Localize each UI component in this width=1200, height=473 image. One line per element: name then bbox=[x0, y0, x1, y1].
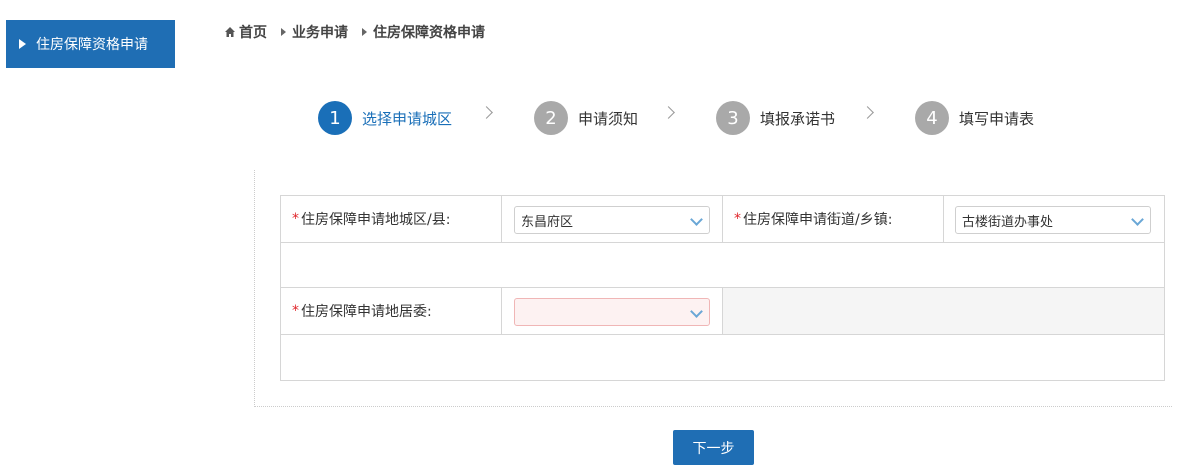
breadcrumb: 首页 业务申请 住房保障资格申请 bbox=[224, 22, 485, 42]
divider bbox=[501, 196, 502, 242]
form-row-district: * 住房保障申请地城区/县: 东昌府区 * 住房保障申请街道/乡镇: 古楼街道办… bbox=[281, 196, 1164, 243]
chevron-down-icon bbox=[690, 213, 703, 226]
divider bbox=[722, 288, 723, 334]
form-row-spacer bbox=[281, 335, 1164, 380]
breadcrumb-business-application[interactable]: 业务申请 bbox=[292, 22, 348, 42]
street-label: * 住房保障申请街道/乡镇: bbox=[723, 196, 943, 242]
breadcrumb-home[interactable]: 首页 bbox=[239, 22, 267, 42]
caret-right-icon bbox=[19, 39, 26, 49]
step-label: 填报承诺书 bbox=[760, 109, 836, 128]
caret-right-icon bbox=[281, 28, 286, 36]
step-label: 选择申请城区 bbox=[362, 109, 453, 128]
sidebar-tab-label: 住房保障资格申请 bbox=[36, 37, 148, 53]
form-row-spacer bbox=[281, 243, 1164, 288]
chevron-down-icon bbox=[690, 305, 703, 318]
step-number: 4 bbox=[915, 101, 949, 135]
committee-label: * 住房保障申请地居委: bbox=[281, 288, 501, 334]
street-label-text: 住房保障申请街道/乡镇: bbox=[743, 212, 893, 228]
committee-label-text: 住房保障申请地居委: bbox=[301, 304, 432, 320]
required-mark: * bbox=[292, 211, 299, 227]
step-2: 2 申请须知 bbox=[534, 100, 638, 136]
chevron-down-icon bbox=[1131, 213, 1144, 226]
divider bbox=[943, 196, 944, 242]
sidebar-tab-housing-application[interactable]: 住房保障资格申请 bbox=[6, 20, 175, 68]
step-number: 1 bbox=[318, 101, 352, 135]
required-mark: * bbox=[734, 211, 741, 227]
step-4: 4 填写申请表 bbox=[915, 100, 1034, 136]
step-indicator: 1 选择申请城区 2 申请须知 3 填报承诺书 4 填写申请表 bbox=[0, 100, 1200, 136]
district-label-text: 住房保障申请地城区/县: bbox=[301, 212, 451, 228]
caret-right-icon bbox=[362, 28, 367, 36]
required-mark: * bbox=[292, 303, 299, 319]
district-select[interactable]: 东昌府区 bbox=[514, 206, 710, 234]
next-step-button[interactable]: 下一步 bbox=[673, 430, 754, 465]
district-label: * 住房保障申请地城区/县: bbox=[281, 196, 501, 242]
step-label: 填写申请表 bbox=[959, 109, 1035, 128]
step-3: 3 填报承诺书 bbox=[716, 100, 835, 136]
step-label: 申请须知 bbox=[578, 109, 639, 128]
street-select[interactable]: 古楼街道办事处 bbox=[955, 206, 1151, 234]
step-number: 2 bbox=[534, 101, 568, 135]
district-select-value: 东昌府区 bbox=[521, 214, 574, 230]
street-select-value: 古楼街道办事处 bbox=[962, 214, 1054, 230]
step-number: 3 bbox=[716, 101, 750, 135]
step-1: 1 选择申请城区 bbox=[318, 100, 452, 136]
form-row-committee: * 住房保障申请地居委: bbox=[281, 288, 1164, 335]
application-form: * 住房保障申请地城区/县: 东昌府区 * 住房保障申请街道/乡镇: 古楼街道办… bbox=[280, 195, 1165, 381]
breadcrumb-current: 住房保障资格申请 bbox=[373, 25, 485, 41]
home-icon bbox=[225, 27, 235, 37]
committee-select[interactable] bbox=[514, 298, 710, 326]
